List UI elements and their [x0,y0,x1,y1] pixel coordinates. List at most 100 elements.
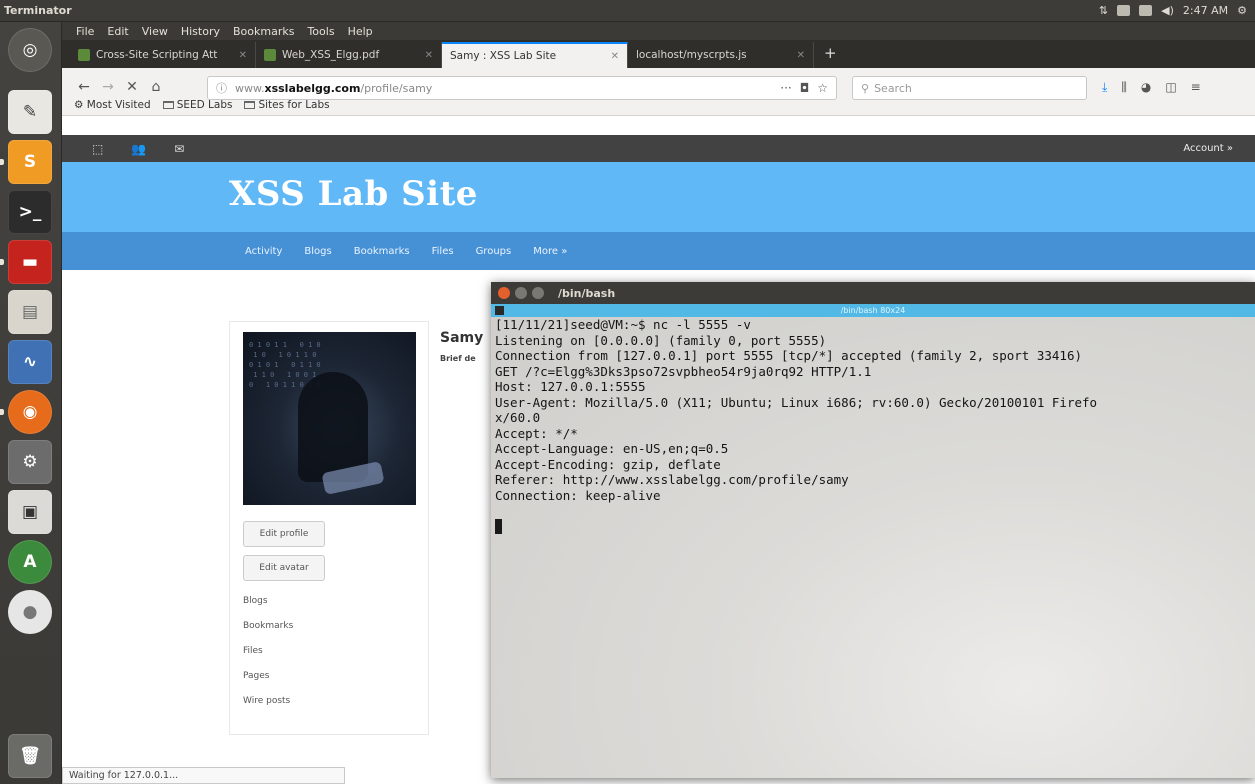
firefox-menubar: File Edit View History Bookmarks Tools H… [62,22,1255,40]
folder-icon [244,101,256,109]
running-indicator [0,409,4,415]
addon-icon[interactable]: ◕ [1141,80,1151,95]
menu-bookmarks[interactable]: Bookmarks [233,25,294,38]
wireshark-icon[interactable]: ∿ [8,340,52,384]
menu-activity[interactable]: Activity [245,246,282,257]
gear-icon[interactable]: ⚙ [1237,4,1247,17]
messages-icon[interactable]: ✉ [174,142,184,156]
menu-bookmarks[interactable]: Bookmarks [354,246,410,257]
minimize-icon[interactable] [515,287,527,299]
site-title[interactable]: XSS Lab Site [229,174,478,214]
search-icon: ⚲ [861,81,870,95]
bookmark-label: Sites for Labs [258,99,330,111]
menu-edit[interactable]: Edit [107,25,128,38]
bookmark-label: Most Visited [86,99,151,111]
link-files[interactable]: Files [243,646,263,656]
menu-history[interactable]: History [181,25,220,38]
menu-groups[interactable]: Groups [476,246,512,257]
new-tab-icon[interactable]: + [814,44,847,68]
url-actions: ··· ◘ ☆ [780,81,828,95]
menu-more[interactable]: More » [533,246,567,257]
url-domain: xsslabelgg.com [264,81,361,95]
terminal-subtitle: /bin/bash 80x24 [491,304,1255,317]
link-wire-posts[interactable]: Wire posts [243,696,290,706]
sublime-icon[interactable]: S [8,140,52,184]
close-icon[interactable]: ✕ [611,51,619,62]
sidebar-icon[interactable]: ◫ [1165,80,1176,95]
trash-icon[interactable]: 🗑 [8,734,52,778]
tab-myscripts[interactable]: localhost/myscrpts.js ✕ [628,42,814,68]
link-blogs[interactable]: Blogs [243,596,268,606]
elgg-home-icon[interactable]: ⬚ [92,142,103,156]
screenshot-icon[interactable]: ▣ [8,490,52,534]
search-bar[interactable]: ⚲ Search [852,76,1087,100]
edit-profile-button[interactable]: Edit profile [243,521,325,547]
terminal-line: Host: 127.0.0.1:5555 [495,379,646,394]
download-icon[interactable]: ⤓ [1102,80,1107,95]
bookmark-seed-labs[interactable]: SEED Labs [162,99,232,111]
files-icon[interactable]: ▤ [8,290,52,334]
tab-web-xss-pdf[interactable]: Web_XSS_Elgg.pdf ✕ [256,42,442,68]
update-icon[interactable]: A [8,540,52,584]
terminal-output[interactable]: [11/11/21]seed@VM:~$ nc -l 5555 -v Liste… [491,317,1255,778]
tab-samy-profile[interactable]: Samy : XSS Lab Site ✕ [442,42,628,68]
close-icon[interactable]: ✕ [239,50,247,61]
account-menu[interactable]: Account » [1183,143,1233,154]
home-icon[interactable]: ⌂ [144,74,168,100]
close-icon[interactable]: ✕ [797,50,805,61]
settings-icon[interactable]: ⚙ [8,440,52,484]
pocket-icon[interactable]: ◘ [800,81,810,95]
hamburger-menu-icon[interactable]: ≡ [1191,80,1201,95]
menu-tools[interactable]: Tools [307,25,334,38]
menu-blogs[interactable]: Blogs [304,246,331,257]
active-app-name: Terminator [4,4,72,17]
dvd-icon[interactable]: ● [8,590,52,634]
menu-help[interactable]: Help [348,25,373,38]
maximize-icon[interactable] [532,287,544,299]
elgg-topbar: ⬚ 👥 ✉ Account » [62,135,1255,162]
volume-icon[interactable]: ◀) [1161,4,1174,17]
terminal-cursor [495,518,502,534]
terminal-line: GET /?c=Elgg%3Dks3pso72svpbheo54r9ja0rq9… [495,363,872,379]
page-actions-icon[interactable]: ··· [780,81,791,95]
terminator-icon[interactable]: ▬ [8,240,52,284]
tab-label: localhost/myscrpts.js [636,49,747,61]
firefox-icon[interactable]: ◉ [8,390,52,434]
terminal-icon[interactable]: >_ [8,190,52,234]
text-editor-icon[interactable]: ✎ [8,90,52,134]
battery-icon[interactable] [1139,5,1153,16]
link-pages[interactable]: Pages [243,671,269,681]
launcher: ◎ ✎ S >_ ▬ ▤ ∿ ◉ ⚙ ▣ A ● 🗑 [0,22,62,784]
close-icon[interactable] [498,287,510,299]
terminal-line: x/60.0 [495,410,541,425]
network-icon[interactable] [1117,5,1131,16]
back-icon[interactable]: ← [72,74,96,100]
friends-icon[interactable]: 👥 [131,142,146,156]
link-bookmarks[interactable]: Bookmarks [243,621,293,631]
terminal-line: Accept-Language: en-US,en;q=0.5 [495,441,729,456]
clock[interactable]: 2:47 AM [1183,4,1228,17]
terminal-line: User-Agent: Mozilla/5.0 (X11; Ubuntu; Li… [495,394,1098,410]
dash-icon[interactable]: ◎ [8,28,52,72]
menu-file[interactable]: File [76,25,94,38]
pdf-icon [264,49,276,61]
running-indicator [0,259,4,265]
bookmark-most-visited[interactable]: ⚙ Most Visited [74,99,151,111]
profile-name: Samy [440,330,484,346]
toolbar-icons: ⤓ ⫼ ◕ ◫ ≡ [1102,80,1201,95]
info-icon[interactable]: ⓘ [216,80,227,96]
menu-view[interactable]: View [142,25,168,38]
close-icon[interactable]: ✕ [425,50,433,61]
menu-files[interactable]: Files [432,246,454,257]
forward-icon[interactable]: → [96,74,120,100]
profile-owner-block: 0 1 0 1 1 0 1 0 1 0 1 0 1 1 0 0 1 0 1 0 … [229,321,429,735]
stop-icon[interactable]: ✕ [120,74,144,100]
keyboard-layout-icon[interactable]: ⇅ [1099,4,1108,17]
library-icon[interactable]: ⫼ [1121,80,1127,95]
edit-avatar-button[interactable]: Edit avatar [243,555,325,581]
tab-strip: Cross-Site Scripting Att ✕ Web_XSS_Elgg.… [62,40,1255,68]
bookmark-star-icon[interactable]: ☆ [817,81,828,95]
url-bar[interactable]: ⓘ www.xsslabelgg.com/profile/samy ··· ◘ … [207,76,837,100]
tab-cross-site-scripting[interactable]: Cross-Site Scripting Att ✕ [70,42,256,68]
bookmark-sites-for-labs[interactable]: Sites for Labs [244,99,330,111]
